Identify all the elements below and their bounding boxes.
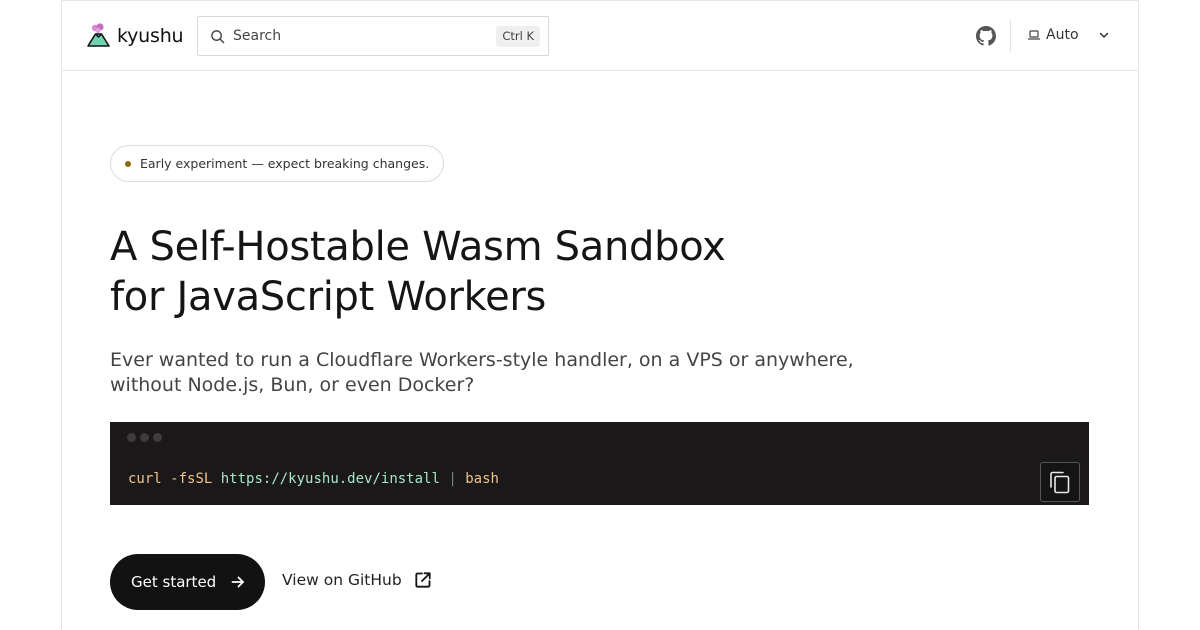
arrow-right-icon (231, 576, 245, 588)
page-title: A Self-Hostable Wasm Sandbox for JavaScr… (110, 222, 870, 322)
code-command: curl (128, 471, 162, 487)
window-dots (127, 433, 162, 442)
logo-text: kyushu (117, 24, 184, 47)
header-divider (1010, 20, 1011, 52)
view-on-github-link[interactable]: View on GitHub (282, 571, 432, 589)
volcano-icon (87, 23, 110, 47)
external-link-icon (415, 572, 431, 588)
experiment-badge: Early experiment — expect breaking chang… (110, 145, 445, 182)
copy-button[interactable] (1040, 462, 1080, 502)
logo-link[interactable]: kyushu (86, 23, 184, 48)
code-pipe: | (448, 471, 457, 487)
search-icon (211, 29, 225, 43)
theme-selector[interactable]: Auto (1028, 27, 1079, 43)
title-line-2: for JavaScript Workers (110, 274, 547, 320)
code-flag: -fsSL (170, 471, 213, 487)
install-code-block: curl -fsSL https://kyushu.dev/install | … (110, 422, 1089, 505)
window-dot (140, 433, 149, 442)
title-line-1: A Self-Hostable Wasm Sandbox (110, 224, 726, 270)
badge-text: Early experiment — expect breaking chang… (140, 156, 430, 171)
laptop-icon (1028, 30, 1040, 40)
code-url: https://kyushu.dev/install (220, 471, 440, 487)
get-started-button[interactable]: Get started (110, 554, 265, 610)
top-header: kyushu Ctrl K Auto (62, 1, 1138, 71)
code-shell: bash (465, 471, 499, 487)
install-command[interactable]: curl -fsSL https://kyushu.dev/install | … (128, 471, 499, 487)
window-dot (127, 433, 136, 442)
chevron-down-icon[interactable] (1098, 29, 1110, 41)
copy-icon (1050, 471, 1070, 494)
window-dot (153, 433, 162, 442)
theme-label: Auto (1046, 27, 1079, 43)
subtitle-line-1: Ever wanted to run a Cloudflare Workers-… (110, 349, 854, 371)
hero-subtitle: Ever wanted to run a Cloudflare Workers-… (110, 348, 890, 398)
status-dot (125, 160, 131, 167)
get-started-label: Get started (131, 573, 217, 591)
subtitle-line-2: without Node.js, Bun, or even Docker? (110, 374, 475, 396)
search-shortcut-badge: Ctrl K (496, 26, 540, 47)
search-input[interactable] (233, 28, 483, 44)
github-icon[interactable] (976, 26, 996, 46)
view-on-github-label: View on GitHub (282, 571, 402, 589)
search-box[interactable]: Ctrl K (197, 16, 549, 56)
